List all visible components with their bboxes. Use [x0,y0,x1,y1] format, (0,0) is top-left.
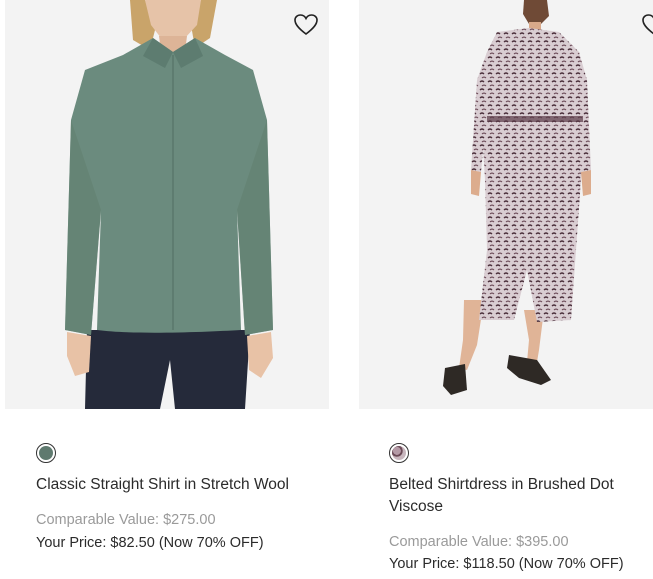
product-image[interactable] [5,0,329,409]
product-name-link[interactable]: Belted Shirtdress in Brushed Dot Viscose [389,474,651,518]
product-grid: Classic Straight Shirt in Stretch Wool C… [0,0,653,579]
model-dress-illustration [359,0,653,409]
comparable-price: $395.00 [516,534,569,550]
your-price: Your Price: $82.50 (Now 70% OFF) [36,535,264,551]
discount-text: (Now 70% OFF) [518,556,624,572]
comparable-label: Comparable Value: [36,512,160,528]
heart-outline-icon[interactable] [293,13,319,37]
swatch-fill [39,446,53,460]
your-price-value: $118.50 [463,556,515,572]
comparable-label: Comparable Value: [389,534,513,550]
your-price: Your Price: $118.50 (Now 70% OFF) [389,556,624,572]
discount-text: (Now 70% OFF) [158,535,264,551]
product-image[interactable] [359,0,653,409]
your-price-label: Your Price: [36,535,107,551]
swatch-fill [392,446,406,460]
your-price-value: $82.50 [110,535,155,551]
comparable-value: Comparable Value: $275.00 [36,512,216,528]
comparable-value: Comparable Value: $395.00 [389,534,569,550]
heart-outline-icon[interactable] [641,13,653,37]
color-swatch[interactable] [36,443,56,463]
product-name-link[interactable]: Classic Straight Shirt in Stretch Wool [36,474,326,496]
product-card: Classic Straight Shirt in Stretch Wool C… [5,0,329,551]
color-swatch[interactable] [389,443,409,463]
comparable-price: $275.00 [163,512,216,528]
model-shirt-illustration [5,0,329,409]
product-card: Belted Shirtdress in Brushed Dot Viscose… [359,0,653,572]
your-price-label: Your Price: [389,556,460,572]
